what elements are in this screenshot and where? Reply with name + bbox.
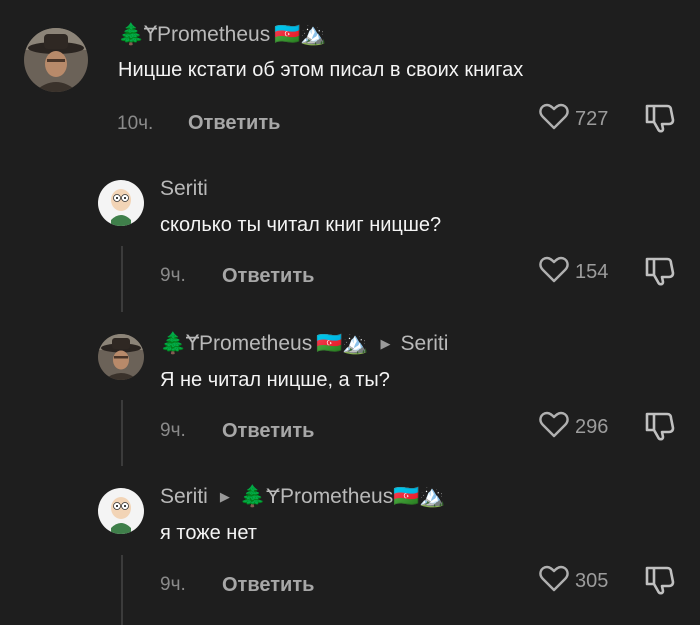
comment-text: сколько ты читал книг ницше?: [160, 214, 442, 236]
avatar[interactable]: [98, 488, 144, 534]
comment-author[interactable]: Seriti ▶ 🌲ɎPrometheus🇦🇿🏔️: [160, 485, 446, 509]
comment-text: я тоже нет: [160, 522, 257, 544]
comment-time: 9ч.: [160, 420, 186, 441]
like-button[interactable]: 727: [539, 103, 608, 136]
heart-outline-icon: [539, 103, 569, 136]
author-prefix: 🌲Ɏ: [160, 331, 199, 355]
avatar[interactable]: [98, 180, 144, 226]
comment-time: 9ч.: [160, 574, 186, 595]
thumbs-down-icon: [643, 566, 677, 599]
reply-to-name[interactable]: 🌲ɎPrometheus🇦🇿🏔️: [240, 485, 446, 509]
reply-button[interactable]: Ответить: [188, 112, 280, 135]
triangle-right-icon: ▶: [380, 335, 391, 351]
author-name: Seriti: [160, 177, 208, 200]
comment-author[interactable]: 🌲Ɏ Prometheus 🇦🇿🏔️: [118, 22, 327, 47]
thumbs-down-icon: [643, 257, 677, 290]
reply-button[interactable]: Ответить: [222, 420, 314, 443]
comment-time: 9ч.: [160, 265, 186, 286]
heart-outline-icon: [539, 411, 569, 444]
author-name: Prometheus: [156, 22, 271, 46]
avatar[interactable]: [24, 28, 88, 92]
thumbs-down-icon: [643, 412, 677, 445]
heart-outline-icon: [539, 565, 569, 598]
comment-time: 10ч.: [117, 113, 154, 134]
dislike-button[interactable]: [643, 411, 677, 446]
like-button[interactable]: 296: [539, 411, 608, 444]
triangle-right-icon: ▶: [219, 489, 230, 504]
reply-to-name[interactable]: Seriti: [401, 332, 449, 356]
author-prefix: 🌲Ɏ: [118, 22, 157, 46]
author-badges: 🇦🇿🏔️: [316, 331, 369, 355]
like-count: 727: [575, 108, 609, 130]
dislike-button[interactable]: [643, 103, 677, 138]
dislike-button[interactable]: [643, 256, 677, 291]
thumbs-down-icon: [643, 104, 677, 137]
heart-outline-icon: [539, 256, 569, 289]
reply-button[interactable]: Ответить: [222, 574, 314, 597]
comment-text: Я не читал ницше, а ты?: [160, 369, 390, 391]
like-button[interactable]: 305: [539, 565, 608, 598]
like-count: 154: [575, 261, 609, 283]
comment-text: Ницше кстати об этом писал в своих книга…: [118, 59, 524, 81]
thread-line: [121, 246, 123, 312]
author-badges: 🇦🇿🏔️: [274, 22, 327, 46]
author-name: Prometheus: [198, 331, 313, 355]
thread-line: [121, 400, 123, 466]
reply-button[interactable]: Ответить: [222, 265, 314, 288]
avatar[interactable]: [98, 334, 144, 380]
like-button[interactable]: 154: [539, 256, 608, 289]
author-name: Seriti: [160, 485, 208, 508]
like-count: 305: [575, 570, 609, 592]
comment-author[interactable]: Seriti: [160, 177, 208, 201]
comment-author[interactable]: 🌲Ɏ Prometheus 🇦🇿🏔️ ▶ Seriti: [160, 331, 448, 356]
like-count: 296: [575, 416, 609, 438]
thread-line: [121, 555, 123, 625]
dislike-button[interactable]: [643, 565, 677, 600]
